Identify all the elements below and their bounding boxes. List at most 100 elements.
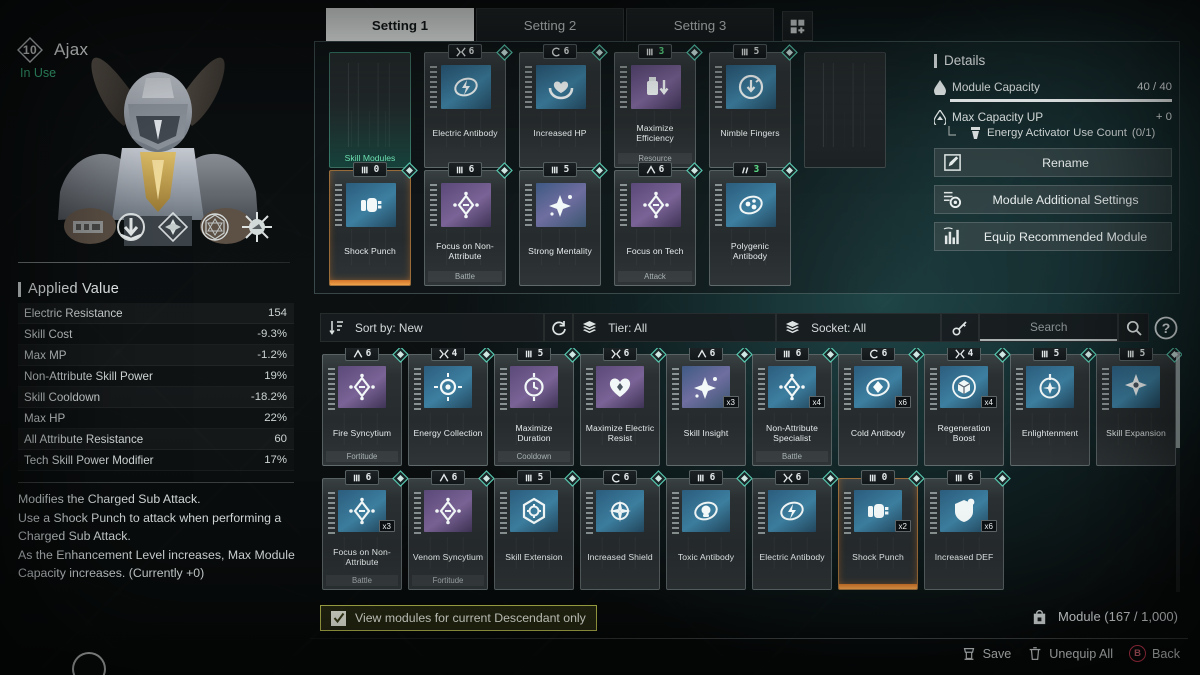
- star-diamond-icon: [158, 212, 188, 242]
- rename-button[interactable]: Rename: [934, 148, 1172, 177]
- diamond-node-icon: [441, 183, 491, 227]
- class-icon-row: [72, 212, 272, 242]
- rutile-socket-icon: [869, 473, 879, 483]
- module-card[interactable]: Polygenic Antibody 3: [709, 162, 798, 286]
- module-capacity-cost: 6: [468, 164, 475, 175]
- sort-by-dropdown[interactable]: Sort by: New: [320, 313, 545, 342]
- antibody-bolt-icon: [441, 65, 491, 109]
- heart-hands-icon: [536, 65, 586, 109]
- socket-filter-dropdown[interactable]: Socket: All: [776, 313, 942, 342]
- module-card[interactable]: Focus on Non-Attribute Battle 6: [424, 162, 513, 286]
- module-card[interactable]: Maximize Efficiency Resource 3: [614, 44, 703, 168]
- help-button[interactable]: ?: [1154, 315, 1178, 341]
- module-card[interactable]: Skill Expansion 5: [1096, 348, 1182, 466]
- module-socket-badge: 6: [861, 348, 895, 361]
- module-socket-badge: 6: [345, 470, 379, 485]
- tab-setting-1[interactable]: Setting 1: [326, 8, 474, 41]
- module-card[interactable]: Enlightenment 5: [1010, 348, 1097, 466]
- stat-label: Non-Attribute Skill Power: [24, 369, 153, 383]
- module-card[interactable]: Cold Antibody 6 x6: [838, 348, 925, 466]
- module-category: Fortitude: [412, 575, 484, 586]
- module-card[interactable]: Regeneration Boost 4 x4: [924, 348, 1011, 466]
- module-card[interactable]: Focus on Tech Attack 6: [614, 162, 703, 286]
- module-card[interactable]: Electric Antibody 6: [752, 470, 839, 590]
- descendant-only-checkbox[interactable]: [331, 610, 346, 626]
- heart-drip-icon: [596, 366, 644, 408]
- module-card[interactable]: Venom Syncytium Fortitude 6: [408, 470, 495, 590]
- rutile-socket-icon: [741, 47, 751, 57]
- search-field[interactable]: [979, 313, 1119, 342]
- equip-recommended-module-button[interactable]: Equip Recommended Module: [934, 222, 1172, 251]
- search-button[interactable]: [1118, 313, 1149, 342]
- module-card[interactable]: Skill Modules: [329, 52, 411, 168]
- description-line: As the Enhancement Level increases, Max …: [18, 547, 295, 581]
- module-card[interactable]: Strong Mentality 5: [519, 162, 608, 286]
- back-label: Back: [1152, 646, 1180, 661]
- module-card[interactable]: Energy Collection 4: [408, 348, 495, 466]
- card-circuit-pins: [430, 66, 437, 108]
- module-socket-badge: 6: [689, 470, 723, 485]
- module-name: Cold Antibody: [850, 427, 906, 438]
- orb-rays-icon: [424, 366, 472, 408]
- inventory-scrollbar-thumb[interactable]: [1176, 352, 1180, 448]
- unequip-all-button[interactable]: Unequip All: [1027, 646, 1113, 662]
- module-card[interactable]: Non-Attribute Specialist Battle 6 x4: [752, 348, 839, 466]
- tier-filter-dropdown[interactable]: Tier: All: [573, 313, 777, 342]
- module-tier-gem-icon: [822, 470, 839, 487]
- module-socket-badge: 6: [543, 44, 577, 59]
- module-card[interactable]: Maximize Electric Resist 6: [580, 348, 667, 466]
- save-button[interactable]: Save: [961, 646, 1011, 662]
- module-additional-settings-label: Module Additional Settings: [992, 192, 1139, 207]
- stat-label: All Attribute Resistance: [24, 432, 144, 446]
- module-inventory[interactable]: Fire Syncytium Fortitude 6 Energy Collectio…: [320, 348, 1182, 596]
- module-card[interactable]: Electric Antibody 6: [424, 44, 513, 168]
- back-button[interactable]: B Back: [1129, 645, 1180, 662]
- sunburst-icon: [242, 212, 272, 242]
- descendant-only-checkbox-row[interactable]: View modules for current Descendant only: [320, 605, 597, 631]
- card-circuit-pins: [844, 368, 851, 410]
- divider: [18, 262, 290, 263]
- module-capacity-row: Module Capacity 40 / 40: [934, 78, 1172, 96]
- module-additional-settings-button[interactable]: Module Additional Settings: [934, 185, 1172, 214]
- module-card[interactable]: Focus on Non-Attribute Battle 6 x3: [322, 470, 409, 590]
- module-tier-gem-icon: [686, 162, 703, 179]
- module-capacity-cost: 0: [881, 472, 888, 483]
- reset-filters-button[interactable]: [544, 313, 574, 342]
- module-card[interactable]: Shock Punch 0 x2: [838, 470, 925, 590]
- module-socket-badge: 6: [603, 348, 637, 361]
- module-capacity-cost: 6: [967, 472, 974, 483]
- module-card[interactable]: Skill Extension 5: [494, 470, 581, 590]
- setting-tabs[interactable]: Setting 1 Setting 2 Setting 3: [326, 8, 813, 41]
- module-card[interactable]: Shock Punch 0: [329, 162, 418, 286]
- module-socket-badge: 6: [603, 470, 637, 485]
- module-card[interactable]: Fire Syncytium Fortitude 6: [322, 348, 409, 466]
- tab-setting-3[interactable]: Setting 3: [626, 8, 774, 41]
- module-card[interactable]: [804, 52, 886, 168]
- module-card[interactable]: Toxic Antibody 6: [666, 470, 753, 590]
- module-socket-badge: 3: [638, 44, 672, 59]
- module-card[interactable]: Increased DEF 6 x6: [924, 470, 1011, 590]
- module-name: Venom Syncytium: [412, 551, 484, 562]
- tab-setting-2[interactable]: Setting 2: [476, 8, 624, 41]
- decorative-circle: [72, 652, 106, 675]
- key-filter-button[interactable]: [941, 313, 980, 342]
- module-name: Increased DEF: [934, 551, 994, 562]
- module-card[interactable]: Increased HP 6: [519, 44, 608, 168]
- filter-toolbar: Sort by: New Tier: All Socket: All Searc…: [320, 313, 1178, 342]
- module-card[interactable]: Maximize Duration Cooldown 5: [494, 348, 581, 466]
- reset-circle-icon: [552, 320, 566, 335]
- rutile-socket-icon: [1041, 349, 1051, 359]
- stat-label: Electric Resistance: [24, 306, 123, 320]
- module-capacity-cost: 5: [563, 164, 570, 175]
- module-socket-badge: 4: [431, 348, 465, 361]
- module-card[interactable]: Skill Insight 6 x3: [666, 348, 753, 466]
- add-setting-button[interactable]: [782, 11, 813, 41]
- module-capacity-cost: 6: [365, 472, 372, 483]
- module-card[interactable]: Increased Shield 6: [580, 470, 667, 590]
- search-input[interactable]: [980, 314, 1118, 341]
- module-count-label: Module (167 / 1,000): [1058, 609, 1178, 624]
- module-card[interactable]: Nimble Fingers 5: [709, 44, 798, 168]
- energy-activator-label: Energy Activator Use Count: [987, 127, 1127, 139]
- card-circuit-pins: [758, 492, 765, 534]
- stat-row: Tech Skill Power Modifier 17%: [18, 450, 294, 471]
